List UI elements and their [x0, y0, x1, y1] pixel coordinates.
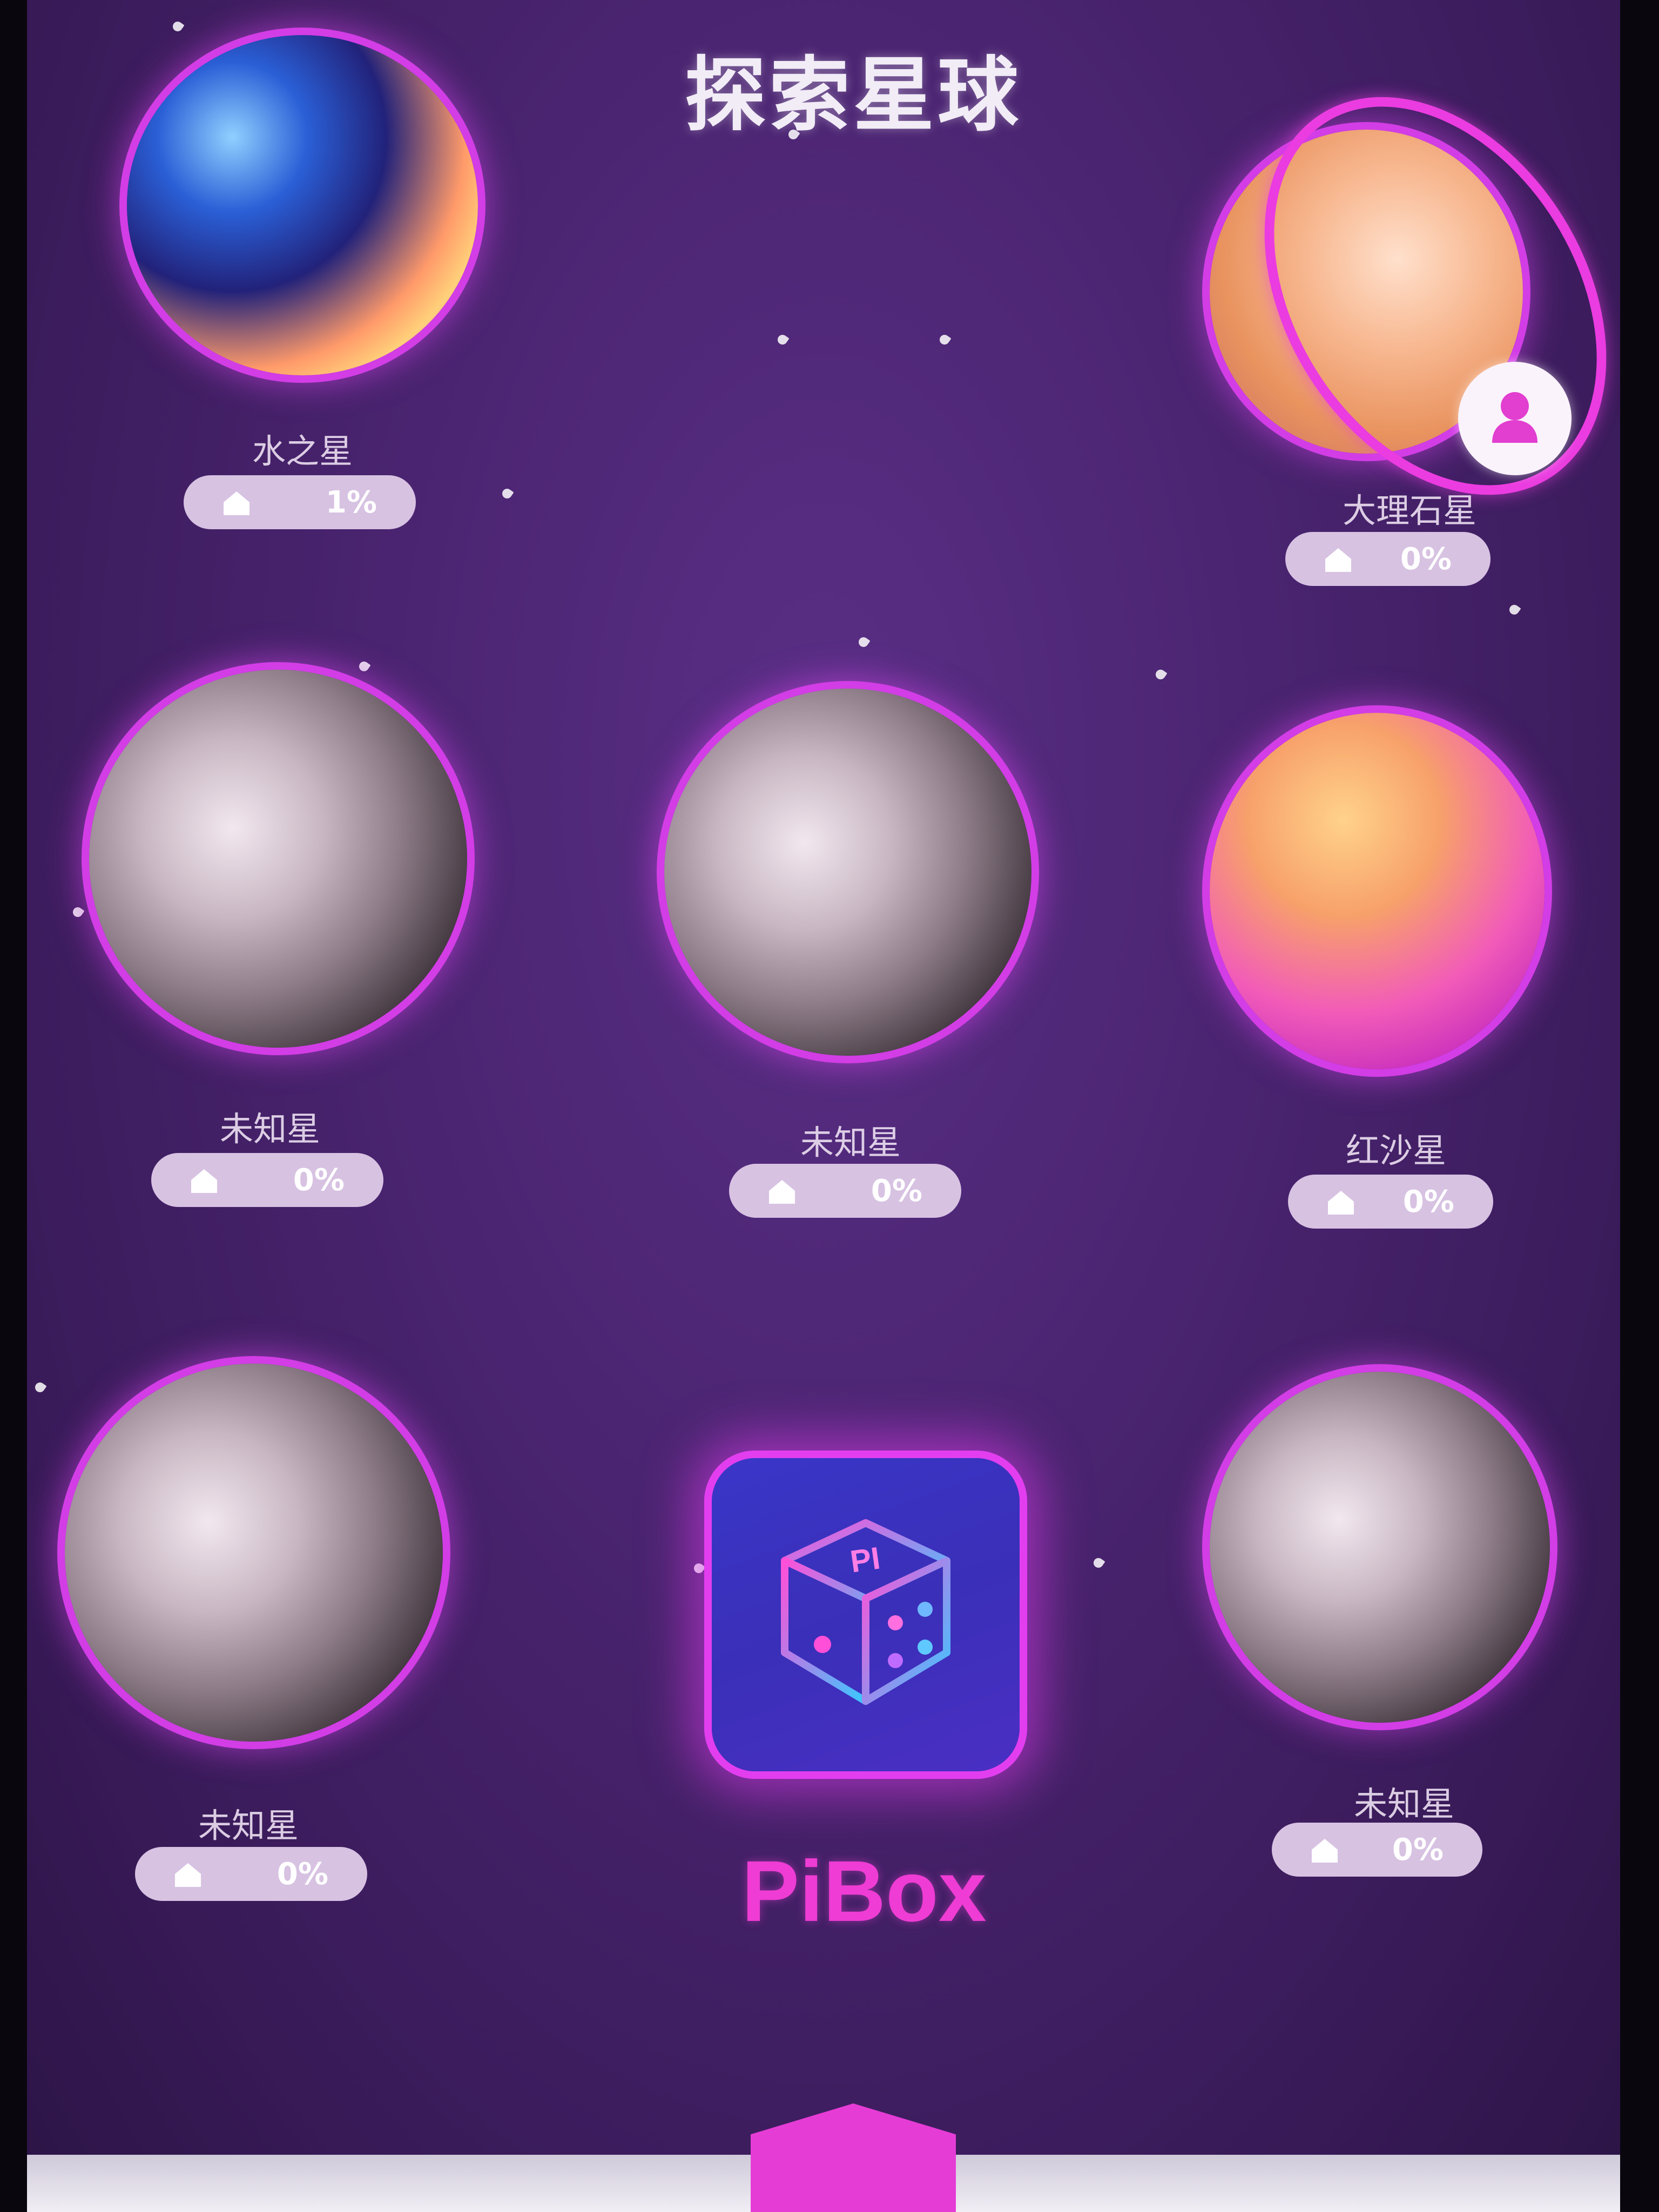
star-decoration	[33, 1380, 47, 1394]
star-decoration	[171, 19, 185, 33]
planet-name: 未知星	[800, 1123, 901, 1162]
star-decoration	[1091, 1556, 1105, 1570]
planet-name: 大理石星	[1342, 491, 1476, 530]
home-icon	[224, 491, 249, 515]
planet-name: 水之星	[252, 431, 353, 471]
planet-progress-pill: 0%	[1288, 1175, 1493, 1229]
planet-progress-text: 0%	[1402, 1184, 1454, 1219]
device-bezel-right	[1620, 0, 1659, 2212]
planet-progress-text: 0%	[1392, 1832, 1444, 1867]
star-decoration	[938, 333, 952, 347]
planet-name: 未知星	[198, 1806, 299, 1845]
page-title: 探索星球	[684, 49, 1022, 143]
home-icon	[769, 1180, 795, 1204]
home-icon	[191, 1169, 217, 1193]
dice-face-text: PI	[848, 1541, 882, 1580]
star-decoration	[775, 333, 790, 347]
planet-progress-pill: 0%	[1272, 1823, 1482, 1877]
planet-progress-pill: 0%	[151, 1153, 383, 1207]
profile-button[interactable]	[1458, 362, 1572, 475]
planet-unknown[interactable]	[65, 1364, 443, 1742]
planet-progress-text: 0%	[871, 1174, 922, 1209]
planet-progress-pill: 1%	[184, 475, 416, 529]
pibox-app-button[interactable]: PI	[712, 1458, 1020, 1771]
planet-unknown[interactable]	[89, 670, 467, 1048]
planet-name: 红沙星	[1345, 1131, 1446, 1170]
star-decoration	[1507, 603, 1521, 617]
planet-explore-screen: 探索星球 水之星 1% 大理石星 0% 未知星 0% 未知星 0% 红沙星 0%	[27, 0, 1620, 2212]
planet-progress-pill: 0%	[729, 1164, 961, 1218]
planet-progress-text: 0%	[1400, 542, 1452, 577]
star-decoration	[500, 487, 514, 501]
planet-progress-text: 0%	[276, 1857, 328, 1892]
planet-progress-text: 1%	[325, 485, 377, 520]
home-icon	[1325, 548, 1351, 572]
star-decoration	[357, 659, 371, 673]
hexagon-nav-icon[interactable]	[751, 2103, 956, 2212]
pibox-label: PiBox	[741, 1843, 987, 1939]
star-decoration	[692, 1561, 706, 1575]
planet-progress-pill: 0%	[135, 1847, 367, 1901]
device-bezel-left	[0, 0, 27, 2212]
home-icon	[175, 1863, 201, 1887]
planet-progress-pill: 0%	[1285, 532, 1491, 586]
user-icon	[1492, 392, 1537, 443]
planet-progress-text: 0%	[293, 1163, 345, 1198]
star-decoration	[857, 635, 871, 649]
planet-name: 未知星	[219, 1109, 320, 1149]
planet-unknown[interactable]	[1210, 1372, 1550, 1723]
star-decoration	[71, 905, 85, 919]
star-decoration	[1154, 667, 1168, 682]
planet-unknown[interactable]	[664, 689, 1031, 1056]
dice-icon: PI	[781, 1519, 950, 1705]
home-icon	[1312, 1839, 1338, 1863]
home-icon	[1328, 1191, 1354, 1215]
planet-water[interactable]	[127, 35, 478, 375]
planet-red-sand[interactable]	[1210, 713, 1545, 1069]
planet-name: 未知星	[1353, 1784, 1454, 1824]
